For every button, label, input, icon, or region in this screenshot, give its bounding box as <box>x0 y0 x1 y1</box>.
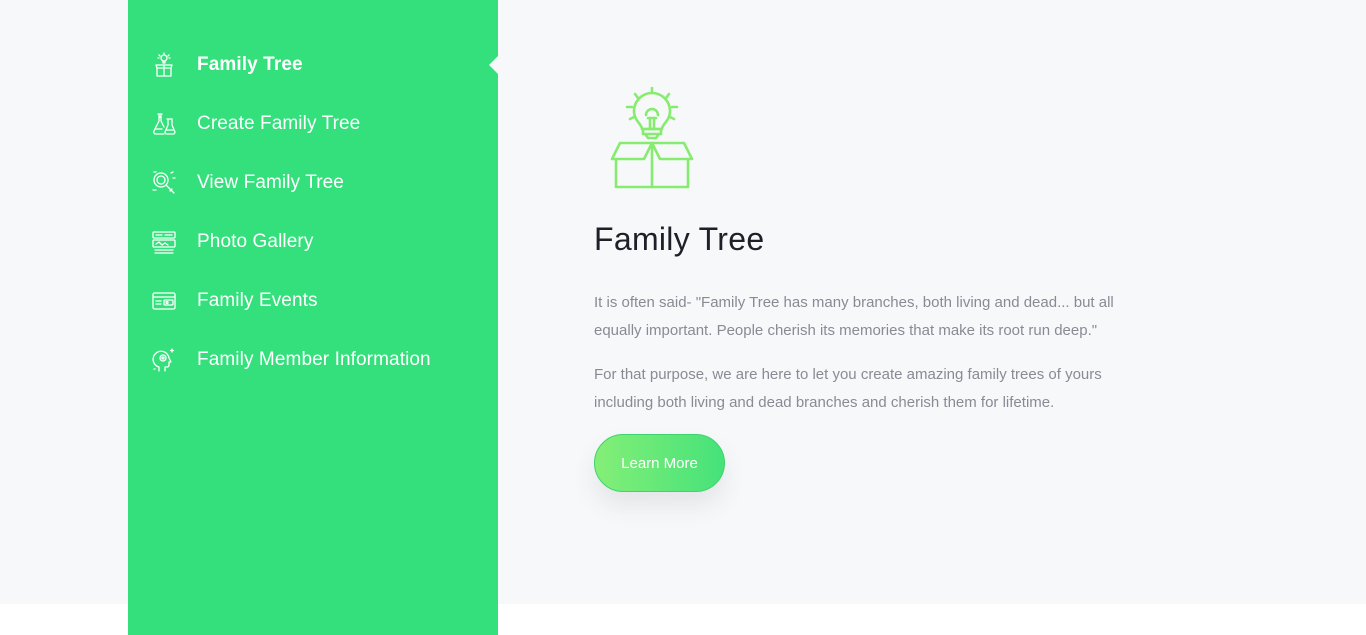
sidebar-item-view-family-tree[interactable]: View Family Tree <box>128 153 498 212</box>
lightbulb-box-icon <box>150 51 178 79</box>
page-title: Family Tree <box>594 221 765 257</box>
sidebar-item-family-member-information[interactable]: Family Member Information <box>128 330 498 389</box>
sidebar-item-family-tree[interactable]: Family Tree <box>128 35 499 94</box>
main-content: Family Tree It is often said- "Family Tr… <box>594 85 1194 492</box>
intro-paragraph: It is often said- "Family Tree has many … <box>594 294 1114 339</box>
lightbulb-box-icon <box>602 85 696 191</box>
sidebar-item-label: Family Events <box>197 289 318 311</box>
purpose-paragraph: For that purpose, we are here to let you… <box>594 366 1102 411</box>
head-gear-icon <box>150 346 178 374</box>
flask-icon <box>150 110 178 138</box>
sidebar: Family Tree Create Family Tree View Fami… <box>128 0 499 635</box>
sidebar-item-label: Create Family Tree <box>197 112 361 134</box>
gallery-icon <box>150 228 178 256</box>
wallet-icon <box>150 287 178 315</box>
sidebar-item-label: Photo Gallery <box>197 230 314 252</box>
active-indicator <box>489 54 499 75</box>
sidebar-item-label: Family Tree <box>197 53 303 75</box>
sidebar-item-photo-gallery[interactable]: Photo Gallery <box>128 212 498 271</box>
sidebar-item-family-events[interactable]: Family Events <box>128 271 498 330</box>
sidebar-nav: Family Tree Create Family Tree View Fami… <box>128 35 499 389</box>
magnifier-icon <box>150 169 178 197</box>
sidebar-item-label: Family Member Information <box>197 348 431 370</box>
sidebar-item-label: View Family Tree <box>197 171 344 193</box>
learn-more-button[interactable]: Learn More <box>594 434 725 492</box>
sidebar-item-create-family-tree[interactable]: Create Family Tree <box>128 94 498 153</box>
